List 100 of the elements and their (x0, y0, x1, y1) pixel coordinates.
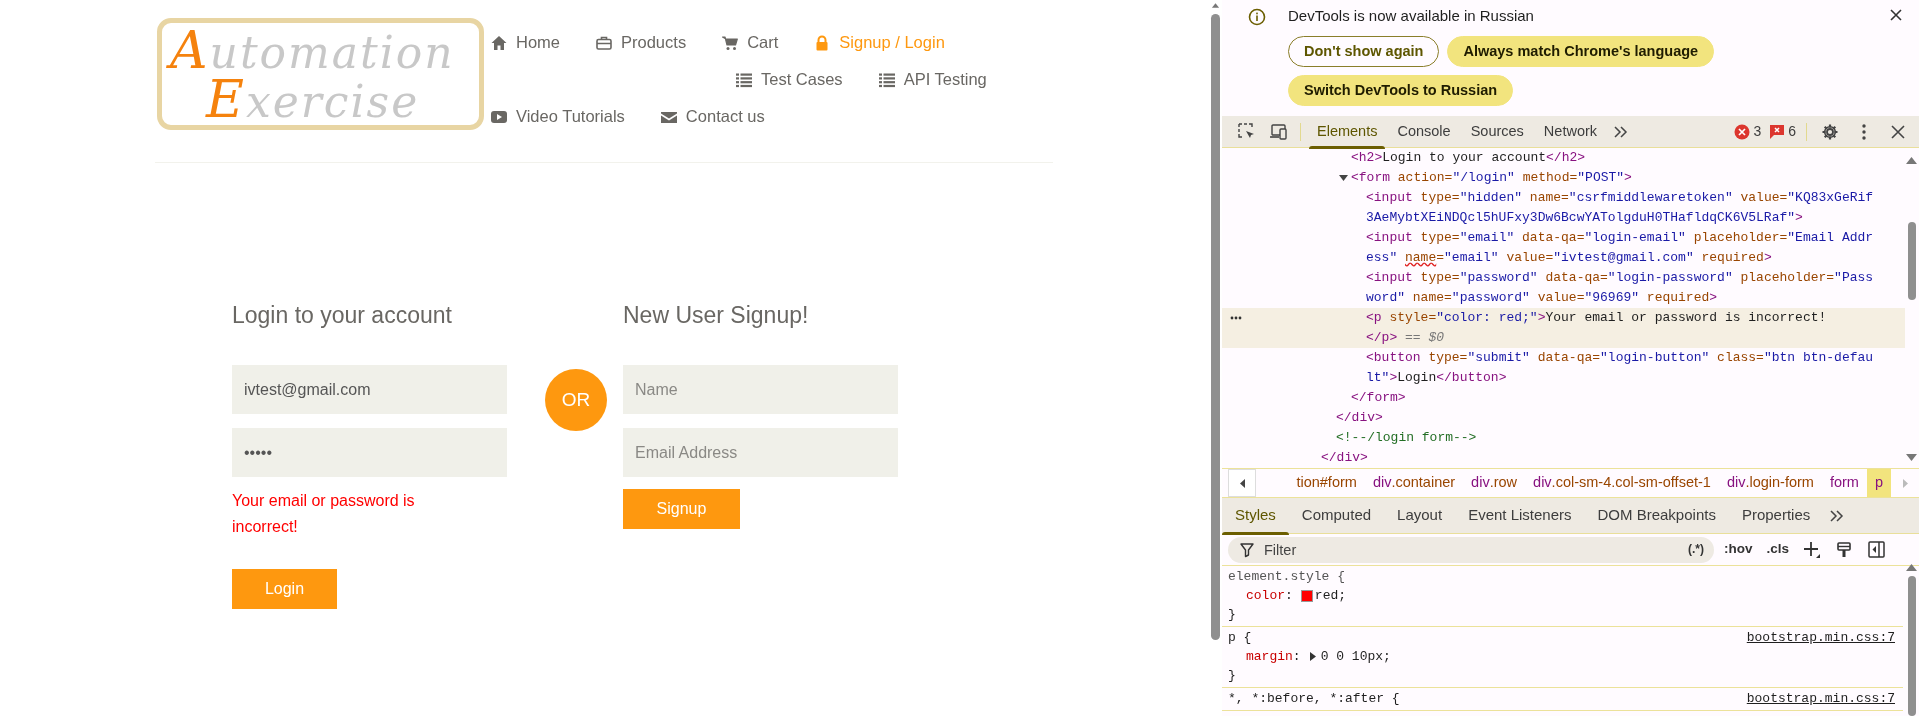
inspect-icon[interactable] (1237, 123, 1255, 140)
scroll-up-arrow-icon[interactable] (1211, 2, 1220, 9)
notification-message: DevTools is now available in Russian (1288, 6, 1534, 26)
form-title: Login to your account (232, 301, 453, 329)
input-field[interactable]: Name (623, 365, 898, 414)
kebab-icon[interactable] (1862, 123, 1866, 140)
divider-label: OR (545, 369, 607, 431)
more-icon[interactable] (1230, 316, 1242, 320)
regex-button[interactable]: (.*) (1688, 539, 1704, 558)
notification-button[interactable]: Always match Chrome's language (1447, 36, 1715, 67)
css-value[interactable]: red; (1314, 586, 1347, 605)
code-line[interactable]: lt">Login</button> (1366, 368, 1507, 388)
css-property[interactable]: color (1246, 586, 1285, 605)
nav-link[interactable]: Contact us (660, 98, 765, 135)
code-line[interactable]: <input type="email" data-qa="login-email" placeholder="Email Addr (1366, 228, 1874, 248)
css-colon: : (1292, 648, 1301, 666)
notification-button[interactable]: Switch DevTools to Russian (1288, 75, 1514, 106)
css-selector: p { (1228, 629, 1252, 647)
nav-link[interactable]: Cart (722, 24, 779, 61)
scroll-up-arrow-icon[interactable] (1906, 156, 1917, 165)
scrollbar-thumb[interactable] (1908, 576, 1916, 716)
error-count-button[interactable]: 3 (1730, 121, 1766, 142)
color-swatch[interactable] (1300, 589, 1313, 602)
nav-link[interactable]: Products (596, 24, 687, 61)
sidebar-tab[interactable]: Layout (1384, 497, 1456, 534)
notification-button[interactable]: Don't show again (1288, 36, 1440, 67)
code-line[interactable]: </div> (1321, 448, 1368, 468)
code-line[interactable]: <p style="color: red;">Your email or password is incorrect! (1366, 308, 1827, 328)
sidebar-tab[interactable]: Styles (1222, 497, 1289, 534)
nav-link[interactable]: Home (491, 24, 560, 61)
lock-icon (814, 34, 831, 51)
code-line[interactable]: <input type="password" data-qa="login-password" placeholder="Pass (1366, 268, 1874, 288)
panel-tab[interactable]: Sources (1460, 115, 1534, 148)
css-brace: } (1228, 667, 1237, 685)
gear-icon[interactable] (1821, 122, 1839, 141)
toggle-button[interactable]: .cls (1762, 539, 1794, 560)
scroll-left-button[interactable] (1228, 469, 1256, 497)
code-line[interactable]: </p> == $0 (1366, 328, 1445, 348)
breadcrumb[interactable]: form (1821, 469, 1867, 497)
breadcrumb[interactable]: div.container (1364, 469, 1464, 497)
panel-tab[interactable]: Network (1533, 115, 1608, 148)
error-message: Your email or password is incorrect! (232, 491, 416, 537)
breadcrumb[interactable]: div.col-sm-4.col-sm-offset-1 (1525, 469, 1719, 497)
device-icon[interactable] (1269, 123, 1287, 140)
sidebar-tab[interactable]: Computed (1288, 497, 1385, 534)
breadcrumb[interactable]: tion#form (1288, 469, 1365, 497)
list-icon (736, 71, 752, 88)
nav-link[interactable]: Video Tutorials (491, 98, 625, 135)
chevrons-icon[interactable] (1612, 124, 1628, 139)
nav-link[interactable]: Test Cases (736, 61, 843, 98)
message-icon[interactable] (1769, 123, 1786, 140)
issue-count-button[interactable]: 6 (1765, 121, 1800, 142)
code-line[interactable]: 3AeMybtXEiNDQcl5hUFxy3Dw6BcwYATolgduH0THafldqCK6V5LRaf"> (1366, 208, 1803, 228)
expand-arrow-icon[interactable] (1308, 652, 1317, 661)
sidebar-tab[interactable]: Event Listeners (1455, 497, 1585, 534)
error-icon[interactable] (1734, 123, 1751, 140)
code-line[interactable]: <form action="/login" method="POST"> (1351, 168, 1632, 188)
breadcrumb[interactable]: div.login-form (1718, 469, 1822, 497)
scrollbar-thumb[interactable] (1211, 14, 1220, 640)
css-selector: *, *:before, *:after { (1228, 690, 1400, 708)
panel-tab[interactable]: Elements (1307, 115, 1388, 148)
cart-icon (722, 34, 739, 51)
breadcrumb[interactable]: p (1866, 469, 1891, 497)
code-line[interactable]: </div> (1336, 408, 1383, 428)
info-icon (1248, 8, 1266, 26)
code-line[interactable]: <input type="hidden" name="csrfmiddlewaretoken" value="KQ83xGeRif (1366, 188, 1874, 208)
css-value[interactable]: 0 0 10px; (1320, 647, 1391, 666)
selection-highlight[interactable]: <p style="color: red;">Your email or password is incorrect! </p> == $0 (1222, 308, 1905, 348)
scroll-up-arrow-icon[interactable] (1906, 563, 1917, 572)
plus-icon[interactable] (1803, 540, 1822, 559)
filter-icon (1240, 542, 1254, 558)
input-field[interactable]: ivtest@gmail.com (232, 365, 507, 414)
paint-roller-icon[interactable] (1836, 541, 1853, 558)
panel-tab[interactable]: Console (1387, 115, 1461, 148)
code-line[interactable]: <button type="submit" data-qa="login-button" class="btn btn-defau (1366, 348, 1874, 368)
code-line[interactable]: <h2>Login to your account</h2> (1351, 148, 1586, 168)
css-selector: element.style { (1228, 568, 1346, 586)
css-property[interactable]: margin (1246, 647, 1293, 666)
scroll-down-arrow-icon[interactable] (1906, 453, 1917, 462)
input-field[interactable]: ••••• (232, 428, 507, 477)
sidebar-icon[interactable] (1867, 541, 1885, 558)
left-arrow-icon[interactable] (1238, 478, 1246, 488)
input-field[interactable]: Email Address (623, 428, 898, 477)
css-brace: } (1228, 606, 1237, 624)
source-link[interactable]: bootstrap.min.css:7 (1746, 628, 1895, 647)
nav-link[interactable]: API Testing (878, 61, 987, 98)
code-line[interactable]: <!--/login form--> (1336, 428, 1477, 448)
toggle-button[interactable]: :hov (1720, 539, 1757, 560)
expand-arrow-icon[interactable] (1339, 173, 1348, 183)
sidebar-tab[interactable]: DOM Breakpoints (1584, 497, 1729, 534)
scrollbar-thumb[interactable] (1908, 222, 1916, 300)
css-colon: : (1285, 587, 1293, 605)
source-link[interactable]: bootstrap.min.css:7 (1746, 689, 1895, 708)
breadcrumb[interactable]: div.row (1463, 469, 1526, 497)
code-line[interactable]: ess" name="email" value="ivtest@gmail.com" required> (1366, 248, 1772, 268)
sidebar-tab[interactable]: Properties (1728, 497, 1824, 534)
code-line[interactable]: word" name="password" value="96969" required> (1366, 288, 1718, 308)
close-icon[interactable] (1891, 124, 1905, 139)
chevrons-icon[interactable] (1828, 508, 1844, 523)
code-line[interactable]: </form> (1351, 388, 1406, 408)
